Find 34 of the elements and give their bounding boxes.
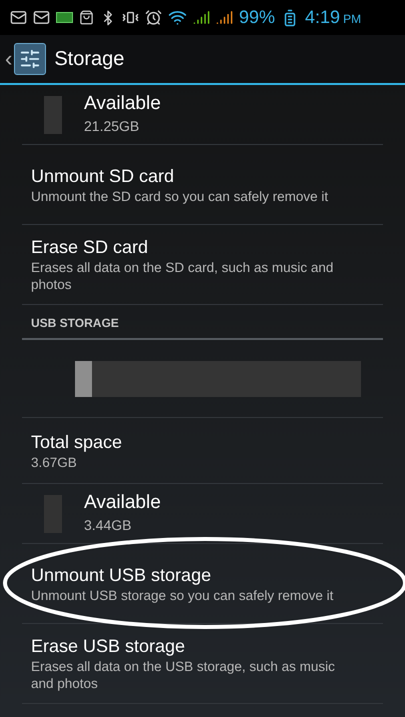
clock-time: 4:19	[305, 6, 340, 29]
mail-icon	[33, 9, 50, 26]
battery-widget-icon	[56, 12, 73, 23]
screen-title: Storage	[54, 47, 124, 72]
item-title: Erase SD card	[31, 236, 150, 259]
item-title: Unmount USB storage	[31, 564, 212, 586]
signal-icon	[193, 9, 210, 26]
item-summary: Unmount the SD card so you can safely remove it	[31, 188, 330, 204]
item-title: Erase USB storage	[31, 635, 186, 658]
item-summary: Unmount USB storage so you can safely remove it	[31, 586, 334, 604]
item-summary: 3.67GB	[31, 454, 78, 470]
item-title: Total space	[31, 430, 124, 454]
section-header: USB STORAGE	[30, 315, 119, 332]
legend-swatch	[44, 96, 62, 134]
legend-value: 21.25GB	[84, 117, 140, 136]
vibrate-icon	[122, 9, 139, 26]
preference-item[interactable]: Erase USB storage Erases all data on the USB storage, such as music and photos	[22, 624, 383, 704]
item-title: Unmount SD card	[31, 164, 176, 188]
wifi-icon	[168, 8, 187, 27]
clock-ampm: PM	[343, 11, 362, 28]
up-button[interactable]: ‹	[0, 35, 46, 83]
bag-icon	[79, 10, 94, 25]
item-summary: Erases all data on the SD card, such as music and photos	[31, 259, 334, 293]
legend-title: Available	[84, 92, 161, 116]
battery-percent: 99%	[239, 6, 276, 29]
legend-title: Available	[84, 491, 161, 515]
alarm-icon	[145, 9, 162, 26]
mail-icon	[10, 9, 27, 26]
item-summary: Erases all data on the USB storage, such as music and photos	[31, 658, 336, 692]
preference-item[interactable]: Erase SD card Erases all data on the SD card, such as music and photos	[22, 225, 383, 305]
preference-item[interactable]: Unmount SD card Unmount the SD card so you can safely remove it	[22, 145, 383, 225]
settings-sliders-icon	[14, 43, 46, 75]
legend-value: 3.44GB	[84, 516, 132, 535]
signal-icon	[216, 9, 233, 26]
